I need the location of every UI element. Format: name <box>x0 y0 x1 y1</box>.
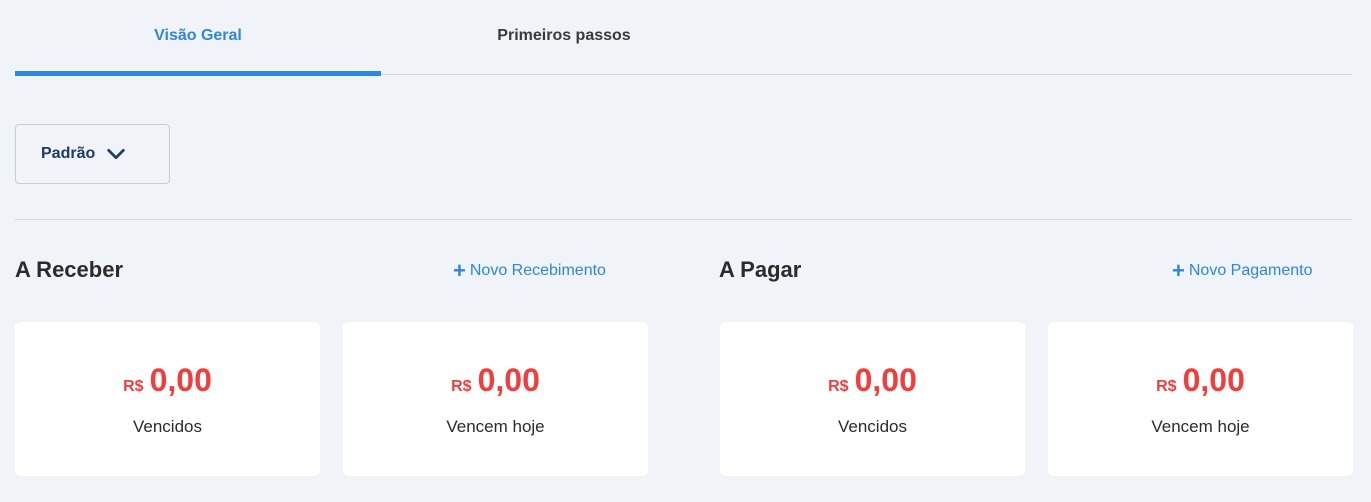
amount-value: 0,00 <box>477 361 540 398</box>
currency-symbol: R$ <box>1156 377 1177 395</box>
novo-pagamento-label: Novo Pagamento <box>1188 262 1313 279</box>
receber-vencem-hoje-card[interactable]: R$ 0,00 Vencem hoje <box>343 322 648 476</box>
novo-recebimento-link[interactable]: + Novo Recebimento <box>453 258 606 283</box>
currency-symbol: R$ <box>828 377 849 395</box>
amount-value: 0,00 <box>1182 361 1245 398</box>
novo-recebimento-label: Novo Recebimento <box>469 262 606 279</box>
view-filter-dropdown[interactable]: Padrão <box>15 124 170 184</box>
pagar-vencidos-card[interactable]: R$ 0,00 Vencidos <box>720 322 1025 476</box>
amount: R$ 0,00 <box>123 362 212 399</box>
receber-title: A Receber <box>15 257 124 282</box>
card-label: Vencidos <box>838 416 907 436</box>
card-label: Vencem hoje <box>446 416 545 436</box>
amount: R$ 0,00 <box>1156 362 1245 399</box>
amount: R$ 0,00 <box>828 362 917 399</box>
card-label: Vencidos <box>133 416 202 436</box>
novo-pagamento-link[interactable]: + Novo Pagamento <box>1172 258 1313 283</box>
plus-icon: + <box>1172 258 1185 283</box>
tab-visao-geral[interactable]: Visão Geral <box>15 0 381 76</box>
receber-vencidos-card[interactable]: R$ 0,00 Vencidos <box>15 322 320 476</box>
chevron-down-icon <box>107 148 125 160</box>
pagar-title: A Pagar <box>719 257 802 282</box>
amount-value: 0,00 <box>854 361 917 398</box>
card-label: Vencem hoje <box>1151 416 1250 436</box>
currency-symbol: R$ <box>123 377 144 395</box>
tab-bar: Visão Geral Primeiros passos <box>15 0 1352 76</box>
amount-value: 0,00 <box>149 361 212 398</box>
pagar-vencem-hoje-card[interactable]: R$ 0,00 Vencem hoje <box>1048 322 1353 476</box>
tab-primeiros-passos[interactable]: Primeiros passos <box>381 0 747 75</box>
view-filter-label: Padrão <box>41 145 96 162</box>
plus-icon: + <box>453 258 466 283</box>
amount: R$ 0,00 <box>451 362 540 399</box>
section-divider <box>15 219 1352 220</box>
currency-symbol: R$ <box>451 377 472 395</box>
